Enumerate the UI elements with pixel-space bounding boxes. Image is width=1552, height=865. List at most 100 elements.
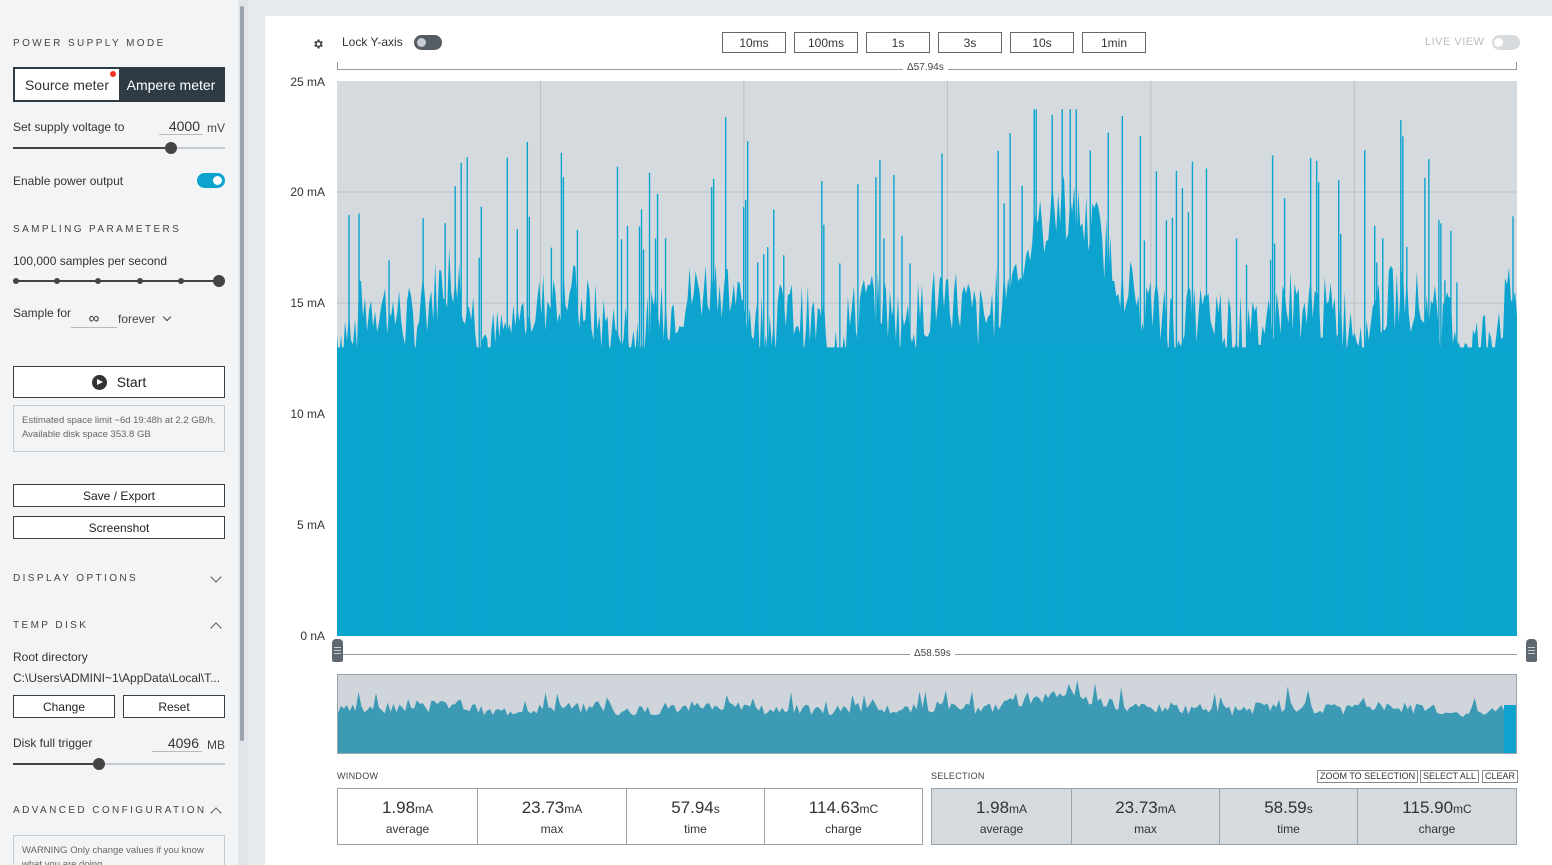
window-1s-button[interactable]: 1s — [866, 32, 930, 53]
clear-selection-button[interactable]: CLEAR — [1482, 770, 1519, 783]
root-dir-path: C:\Users\ADMINI~1\AppData\Local\T... — [13, 671, 221, 685]
stat-unit: s — [1306, 801, 1313, 816]
right-cursor-handle[interactable] — [1526, 639, 1537, 662]
gear-icon[interactable] — [312, 37, 324, 53]
y-tick-label: 0 nA — [300, 629, 325, 643]
stat-unit: mC — [1453, 801, 1472, 816]
selection-charge-stat: 115.90mC charge — [1358, 789, 1516, 844]
warning-box: WARNING Only change values if you know w… — [13, 835, 225, 865]
stat-value: 57.94 — [671, 797, 714, 817]
samples-slider[interactable] — [213, 275, 225, 287]
window-1min-button[interactable]: 1min — [1082, 32, 1146, 53]
supply-voltage-unit: mV — [207, 121, 225, 135]
ampere-meter-label: Ampere meter — [126, 76, 216, 93]
disk-trigger-input[interactable]: 4096 — [152, 735, 202, 752]
samples-label: 100,000 samples per second — [13, 254, 168, 268]
enable-output-toggle[interactable] — [197, 173, 225, 188]
supply-voltage-label: Set supply voltage to — [13, 120, 125, 134]
stat-value: 114.63 — [808, 797, 860, 817]
lock-y-axis-toggle[interactable] — [414, 35, 442, 50]
sample-for-label: Sample for — [13, 306, 72, 320]
disk-trigger-slider[interactable] — [93, 758, 105, 770]
current-chart-svg — [337, 81, 1517, 636]
live-view-label: LIVE VIEW — [1425, 36, 1485, 48]
window-stats-heading: WINDOW — [337, 771, 379, 781]
stat-value: 1.98 — [381, 797, 416, 817]
start-button[interactable]: Start — [13, 366, 225, 398]
stat-unit: s — [713, 801, 720, 816]
samples-tick — [13, 278, 19, 284]
root-dir-label: Root directory — [13, 650, 88, 664]
sample-for-unit-label: forever — [118, 312, 156, 326]
temp-disk-heading[interactable]: TEMP DISK — [13, 620, 88, 631]
stat-unit: mA — [1157, 801, 1176, 816]
source-meter-button[interactable]: Source meter — [15, 69, 119, 100]
y-tick-label: 15 mA — [290, 296, 325, 310]
zoom-to-selection-button[interactable]: ZOOM TO SELECTION — [1317, 770, 1419, 783]
current-series — [337, 109, 1517, 636]
window-stats: 1.98 mA average 23.73mA max 57.94s time 1… — [337, 788, 923, 845]
stat-label: time — [684, 821, 707, 836]
lock-y-axis-label: Lock Y-axis — [342, 35, 403, 49]
mode-switch: Source meter Ampere meter — [13, 67, 225, 102]
chevron-down-icon — [162, 312, 171, 322]
left-cursor-handle[interactable] — [332, 639, 343, 662]
start-label: Start — [116, 374, 147, 390]
reset-dir-button[interactable]: Reset — [123, 695, 225, 718]
minimap-live-region — [1504, 705, 1516, 753]
selection-stats-heading: SELECTION — [931, 771, 985, 781]
window-3s-button[interactable]: 3s — [938, 32, 1002, 53]
current-chart[interactable] — [337, 81, 1517, 636]
disk-trigger-label: Disk full trigger — [13, 736, 93, 750]
supply-voltage-slider[interactable] — [165, 142, 177, 154]
window-100ms-button[interactable]: 100ms — [794, 32, 858, 53]
sample-for-input[interactable]: ∞ — [71, 310, 117, 328]
save-export-button[interactable]: Save / Export — [13, 484, 225, 507]
stat-label: average — [385, 821, 430, 836]
current-area-base — [337, 347, 1517, 636]
window-max-stat: 23.73mA max — [478, 789, 627, 844]
disk-trigger-track-rest — [99, 763, 225, 765]
top-delta-label: Δ57.94s — [903, 62, 948, 73]
advanced-heading[interactable]: ADVANCED CONFIGURATION — [13, 805, 207, 816]
minimap[interactable] — [337, 674, 1517, 754]
window-10ms-button[interactable]: 10ms — [722, 32, 786, 53]
sample-for-unit-dropdown[interactable]: forever — [118, 312, 171, 326]
screenshot-button[interactable]: Screenshot — [13, 516, 225, 539]
chevron-up-icon[interactable] — [210, 622, 222, 634]
source-meter-label: Source meter — [24, 76, 110, 93]
stat-value: 23.73 — [521, 797, 565, 817]
stat-value: 115.90 — [1402, 797, 1454, 817]
select-all-button[interactable]: SELECT ALL — [1420, 770, 1479, 783]
sidebar: POWER SUPPLY MODE Source meter Ampere me… — [0, 0, 238, 865]
window-time-stat: 57.94s time — [627, 789, 765, 844]
stat-label: max — [540, 821, 564, 836]
stat-unit: mA — [564, 801, 583, 816]
stat-unit: mC — [859, 801, 879, 816]
window-10s-button[interactable]: 10s — [1010, 32, 1074, 53]
change-dir-button[interactable]: Change — [13, 695, 115, 718]
stat-label: charge — [1418, 821, 1456, 836]
stat-label: max — [1134, 821, 1157, 836]
samples-tick — [178, 278, 184, 284]
live-view-toggle[interactable] — [1492, 35, 1520, 50]
disk-trigger-unit: MB — [207, 738, 225, 752]
display-options-heading[interactable]: DISPLAY OPTIONS — [13, 573, 138, 584]
supply-voltage-track-rest — [171, 147, 225, 149]
enable-output-label: Enable power output — [13, 174, 124, 188]
samples-tick — [54, 278, 60, 284]
disk-trigger-track — [13, 763, 99, 765]
notification-dot — [110, 71, 116, 77]
selection-stats: 1.98mA average 23.73mA max 58.59s time 1… — [931, 788, 1517, 845]
stat-label: time — [1277, 821, 1300, 836]
minimap-area — [338, 680, 1504, 753]
power-supply-heading: POWER SUPPLY MODE — [13, 38, 166, 49]
stat-value: 58.59 — [1264, 797, 1307, 817]
ampere-meter-button[interactable]: Ampere meter — [119, 69, 223, 100]
chevron-up-icon[interactable] — [210, 807, 222, 819]
play-icon — [91, 374, 107, 390]
supply-voltage-input[interactable]: 4000 — [159, 118, 203, 135]
selection-max-stat: 23.73mA max — [1072, 789, 1220, 844]
chevron-down-icon[interactable] — [210, 571, 222, 583]
sidebar-scrollbar[interactable] — [240, 6, 244, 741]
